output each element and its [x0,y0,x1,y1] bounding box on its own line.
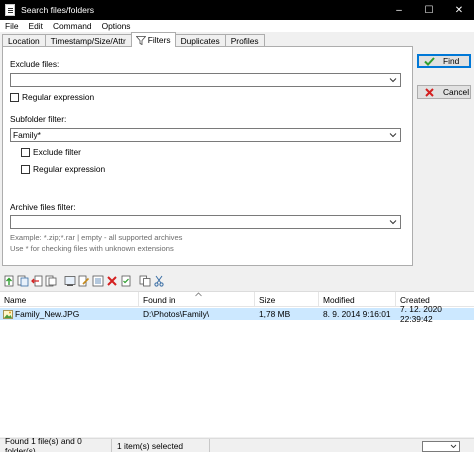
column-found-in-label: Found in [143,294,176,305]
menu-file[interactable]: File [0,21,24,31]
move-to-panel-icon[interactable] [31,275,43,287]
cell-name: Family_New.JPG [0,308,139,320]
copy-to-panel-icon[interactable] [17,275,29,287]
menu-edit[interactable]: Edit [24,21,48,31]
exclude-regex-checkbox[interactable]: Regular expression [10,92,94,102]
minimize-button[interactable]: – [384,0,414,20]
close-button[interactable]: ✕ [444,0,474,20]
cancel-x-icon [423,87,435,97]
column-name[interactable]: Name [0,292,139,307]
checkmark-icon [423,56,435,66]
window-controls: – ☐ ✕ [384,0,474,20]
filters-panel: Exclude files: Regular expression Subfol… [2,46,413,266]
menu-command[interactable]: Command [48,21,97,31]
maximize-button[interactable]: ☐ [414,0,444,20]
archive-filter-label: Archive files filter: [10,202,76,212]
go-to-file-icon[interactable] [3,275,15,287]
tab-timestamp-label: Timestamp/Size/Attr [50,36,126,46]
subfolder-filter-value: Family* [13,130,41,140]
subfolder-filter-combo[interactable]: Family* [10,128,401,142]
cancel-label: Cancel [443,87,470,97]
tab-filters[interactable]: Filters [130,32,176,47]
sort-ascending-icon [195,292,202,297]
subfolder-regex-box[interactable] [21,164,30,174]
column-name-label: Name [4,294,27,305]
tab-filters-label: Filters [147,35,171,45]
find-button[interactable]: Find [417,54,471,68]
tab-strip: Location Timestamp/Size/Attr Filters Dup… [2,32,265,47]
subfolder-filter-label: Subfolder filter: [10,114,67,124]
chevron-down-icon[interactable] [450,443,457,450]
view-file-icon[interactable] [64,275,76,287]
cell-modified: 8. 9. 2014 9:16:01 [323,309,391,319]
chevron-down-icon[interactable] [389,76,397,84]
tab-location-label: Location [8,36,40,46]
column-size[interactable]: Size [255,292,319,307]
archive-hint-2: Use * for checking files with unknown ex… [10,244,174,253]
table-row[interactable]: Family_New.JPG D:\Photos\Family\ 1,78 MB… [0,304,474,324]
tab-profiles-label: Profiles [230,36,259,46]
column-found-in[interactable]: Found in [139,292,255,307]
find-label: Find [443,56,460,66]
tab-duplicates-label: Duplicates [180,36,220,46]
delete-icon[interactable] [106,275,118,287]
exclude-files-label: Exclude files: [10,59,60,69]
cell-created: 7. 12. 2020 22:39:42 [400,304,442,324]
menu-options[interactable]: Options [97,21,136,31]
exclude-regex-box[interactable] [10,92,19,102]
exclude-filter-box[interactable] [21,147,30,157]
status-found: Found 1 file(s) and 0 folder(s) [0,436,112,452]
properties-icon[interactable] [120,275,132,287]
remove-from-list-icon[interactable] [45,275,57,287]
chevron-down-icon[interactable] [389,131,397,139]
column-size-label: Size [259,294,276,305]
column-modified[interactable]: Modified [319,292,396,307]
view-list-icon[interactable] [92,275,104,287]
cell-found-in: D:\Photos\Family\ [143,309,210,319]
exclude-files-combo[interactable] [10,73,401,87]
copy-icon[interactable] [139,275,151,287]
window-title: Search files/folders [21,5,95,15]
funnel-icon [135,35,146,45]
archive-hint-1: Example: *.zip;*.rar | empty - all suppo… [10,233,183,242]
image-file-icon [3,309,13,319]
results-list[interactable]: Name Found in Size Modified Created Fami… [0,291,474,437]
chevron-down-icon[interactable] [389,218,397,226]
exclude-filter-label: Exclude filter [33,147,81,157]
subfolder-regex-checkbox[interactable]: Regular expression [21,164,105,174]
status-filter-combo[interactable] [422,441,460,452]
status-selected: 1 item(s) selected [112,438,210,452]
status-bar: Found 1 file(s) and 0 folder(s) 1 item(s… [0,436,474,452]
exclude-filter-checkbox[interactable]: Exclude filter [21,147,81,157]
subfolder-regex-label: Regular expression [33,164,106,174]
exclude-regex-label: Regular expression [22,92,95,102]
title-bar: Search files/folders – ☐ ✕ [0,0,474,20]
archive-filter-combo[interactable] [10,215,401,229]
cell-size: 1,78 MB [259,309,291,319]
column-created-label: Created [400,294,430,305]
cut-icon[interactable] [153,275,165,287]
cell-name-text: Family_New.JPG [15,309,80,319]
cancel-button[interactable]: Cancel [417,85,471,99]
column-modified-label: Modified [323,294,355,305]
menu-bar: File Edit Command Options [0,20,474,32]
edit-file-icon[interactable] [78,275,90,287]
app-icon [5,4,15,16]
results-toolbar [0,272,474,290]
